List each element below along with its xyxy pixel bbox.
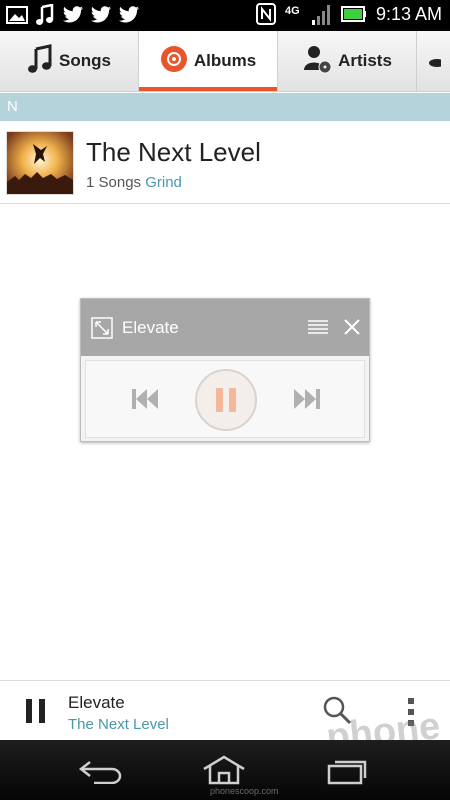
expand-icon[interactable] — [91, 317, 113, 344]
section-header: N — [0, 93, 450, 121]
now-playing-title: Elevate — [68, 693, 125, 712]
mini-player-title: Elevate — [122, 318, 179, 337]
twitter-icon — [118, 4, 140, 26]
mini-player-header[interactable]: Elevate — [81, 299, 369, 356]
partial-tab-icon — [427, 49, 445, 74]
pause-button[interactable] — [194, 368, 258, 437]
mini-player-controls — [85, 360, 365, 438]
next-track-icon[interactable] — [293, 388, 321, 415]
status-time: 9:13 AM — [375, 3, 442, 24]
tab-albums-label: Albums — [193, 51, 257, 70]
queue-list-icon[interactable] — [307, 319, 329, 340]
list-item[interactable]: The Next Level 1 Songs Grind — [0, 123, 450, 204]
album-subtitle: 1 Songs Grind — [86, 174, 182, 191]
artist-icon — [302, 44, 332, 79]
tab-songs-label: Songs — [59, 51, 111, 70]
home-icon[interactable] — [201, 755, 247, 790]
image-icon — [6, 4, 28, 26]
music-note-icon — [27, 43, 53, 79]
recent-apps-icon[interactable] — [326, 757, 372, 790]
tab-artists-label: Artists — [338, 51, 392, 70]
album-title: The Next Level — [86, 137, 261, 167]
pause-icon[interactable] — [24, 698, 48, 729]
album-disc-icon — [160, 45, 188, 78]
now-playing-album: The Next Level — [68, 716, 169, 733]
tab-more[interactable] — [417, 31, 450, 91]
previous-track-icon[interactable] — [131, 388, 159, 415]
twitter-icon — [90, 4, 112, 26]
back-icon[interactable] — [78, 758, 124, 789]
album-song-count: 1 Songs — [86, 174, 142, 191]
music-note-icon — [34, 4, 56, 26]
twitter-icon — [62, 4, 84, 26]
album-art — [6, 131, 74, 195]
svg-text:4G: 4G — [285, 5, 300, 17]
status-bar: 4G 9:13 AM — [0, 0, 450, 31]
tab-artists[interactable]: Artists — [278, 31, 417, 91]
tab-songs[interactable]: Songs — [0, 31, 139, 91]
close-icon[interactable] — [343, 318, 361, 341]
floating-mini-player[interactable]: Elevate — [80, 298, 370, 442]
library-tabs: Songs Albums Artists — [0, 31, 450, 92]
battery-icon — [340, 3, 367, 25]
tab-albums[interactable]: Albums — [139, 31, 278, 91]
4g-signal-icon: 4G — [284, 3, 334, 25]
watermark-url: phonescoop.com — [210, 786, 279, 796]
album-genre: Grind — [145, 174, 182, 191]
nfc-icon — [255, 3, 277, 25]
